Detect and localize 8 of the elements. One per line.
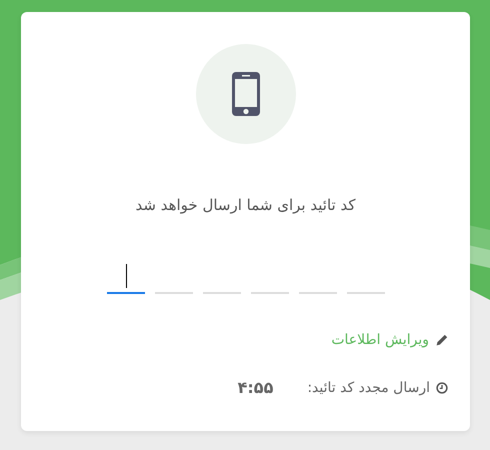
message-text: کد تائید برای شما ارسال خواهد شد <box>136 196 356 214</box>
countdown-timer: ۴:۵۵ <box>238 378 274 397</box>
resend-label: ارسال مجدد کد تائید: <box>307 380 430 396</box>
code-digit-field[interactable] <box>106 264 144 294</box>
pencil-icon <box>435 334 448 346</box>
phone-icon <box>230 71 260 117</box>
edit-info-link[interactable]: ویرایش اطلاعات <box>331 332 429 348</box>
clock-icon <box>436 382 448 394</box>
